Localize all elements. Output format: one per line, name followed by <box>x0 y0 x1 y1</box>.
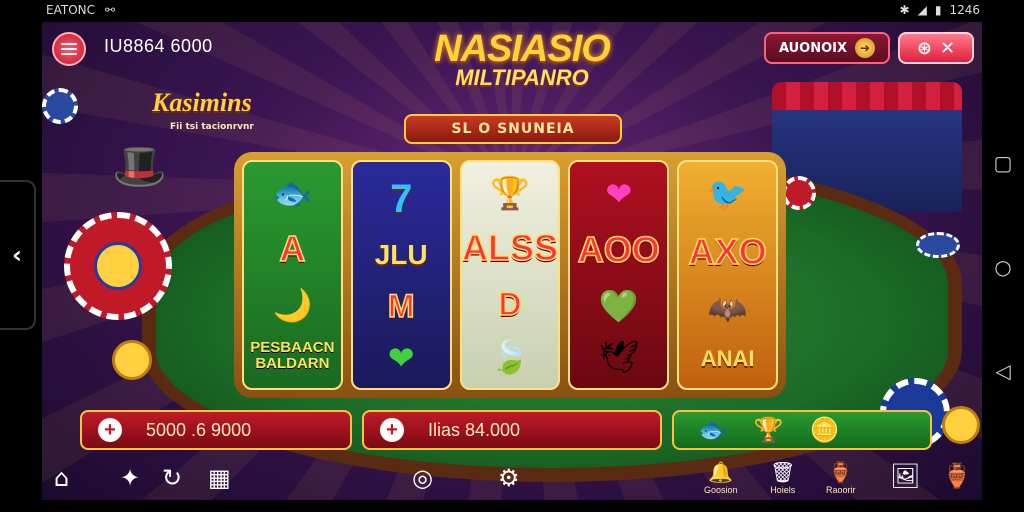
device-frame: EATONC ⚯ ✱ ◢ ▮ 1246 ‹ ▢ ○ ◁ IU8864 6000 … <box>0 0 1024 512</box>
reel-3[interactable]: 🏆 ALSS D 🍃 <box>459 160 561 390</box>
image-icon[interactable]: 🖼 <box>890 462 920 490</box>
chevron-left-icon: ‹ <box>12 241 22 269</box>
reel-symbol: M <box>387 287 415 325</box>
trophy-icon: 🏆 <box>490 173 530 212</box>
kasino-logo: Kasimins <box>152 88 252 117</box>
leaf-icon: 🍃 <box>490 338 530 377</box>
gem-icon: 💚 <box>598 286 639 325</box>
home-icon[interactable]: ○ <box>994 255 1011 279</box>
link-icon: ⚯ <box>105 3 116 17</box>
title-banner: SL O SNUNEIA <box>404 114 622 144</box>
reel-symbol: JLU <box>374 238 428 270</box>
dealer-character: 🎩 <box>112 141 167 192</box>
rotate-icon[interactable]: ↻ <box>162 464 182 492</box>
bird-icon: 🕊 <box>598 337 640 376</box>
coin-stack-icon: 🪙 <box>809 416 840 444</box>
poker-chip-icon <box>916 232 960 258</box>
bet-value-1: 5000 .6 9000 <box>146 419 252 440</box>
nav-item-raoorir[interactable]: 🏺 Raoorir <box>826 460 856 495</box>
android-nav-bar: ▢ ○ ◁ <box>982 22 1024 512</box>
status-time: 1246 <box>949 3 980 17</box>
signal-icon: ◢ <box>917 3 927 17</box>
nav-item-hoiels[interactable]: 🗑 Hoiels <box>770 460 795 495</box>
bell-icon: 🔔 <box>708 460 734 484</box>
recents-icon[interactable]: ▢ <box>994 151 1013 175</box>
bet-value-2: Ilias 84.000 <box>428 419 521 440</box>
close-icon: ✕ <box>940 37 956 59</box>
plus-icon[interactable]: + <box>380 418 404 442</box>
menu-button[interactable] <box>52 32 86 66</box>
poker-chip-icon <box>42 88 78 124</box>
arrow-right-icon: ➜ <box>855 38 876 58</box>
reel-1[interactable]: 🐟 A 🌙 PESBAACN BALDARN <box>242 160 343 390</box>
gold-coin-icon <box>112 340 152 380</box>
reel-5[interactable]: 🐦 AXO 🦇 ANAI <box>677 160 778 390</box>
trash-icon: 🗑 <box>770 460 796 484</box>
fish-icon: 🐟 <box>272 174 313 213</box>
status-bar: EATONC ⚯ ✱ ◢ ▮ 1246 <box>0 0 1024 22</box>
bird-icon: 🐦 <box>707 175 748 214</box>
announce-button[interactable]: AUONOIX ➜ <box>764 32 890 64</box>
reel-4[interactable]: ❤ AOO 💚 🕊 <box>568 160 670 390</box>
plus-icon[interactable]: + <box>98 418 122 442</box>
side-back-handle[interactable]: ‹ <box>0 180 36 330</box>
kasino-subtitle: Fii tsi tacionrvnr <box>170 122 254 132</box>
trophy-icon: 🏆 <box>753 416 784 444</box>
heart-icon: ❤ <box>605 174 633 213</box>
bluetooth-icon: ✱ <box>899 3 910 17</box>
back-icon[interactable]: ◁ <box>995 359 1010 383</box>
bet-bar-1[interactable]: + 5000 .6 9000 <box>80 410 352 450</box>
reel-symbol: A <box>279 227 307 270</box>
reel-symbol: 7 <box>390 176 413 221</box>
announce-label: AUONOIX <box>778 40 848 56</box>
game-title: NASIASIO MILTIPANRO <box>402 28 642 91</box>
home-icon[interactable]: ⌂ <box>54 464 69 492</box>
grid-icon[interactable]: ▦ <box>208 464 231 492</box>
pot-icon: 🏺 <box>828 460 854 484</box>
game-area: IU8864 6000 NASIASIO MILTIPANRO SL O SNU… <box>42 22 982 500</box>
reel-symbol: AXO <box>688 230 768 273</box>
gold-coin-icon <box>942 406 980 444</box>
reel-2[interactable]: 7 JLU M ❤ <box>350 160 452 390</box>
gear-icon[interactable]: ⚙ <box>498 464 520 492</box>
slot-reels: 🐟 A 🌙 PESBAACN BALDARN 7 JLU M ❤ 🏆 ALSS … <box>234 152 786 398</box>
nav-item-goosion[interactable]: 🔔 Goosion <box>704 460 738 495</box>
bet-bar-2[interactable]: + Ilias 84.000 <box>362 410 662 450</box>
bottom-nav: ⌂ ✦ ↻ ▦ ◎ ⚙ 🔔 Goosion 🗑 Hoiels 🏺 Raoorir… <box>42 458 982 500</box>
reel-symbol: ALSS <box>461 226 559 269</box>
puzzle-icon[interactable]: ✦ <box>120 464 140 492</box>
reel-symbol: D <box>498 286 523 324</box>
status-carrier: EATONC <box>46 3 95 17</box>
balance-display: IU8864 6000 <box>104 36 213 56</box>
winged-emblem-icon: 🦇 <box>707 290 748 329</box>
chip-icon: ⊛ <box>916 37 932 59</box>
reel-symbol: AOO <box>577 228 661 271</box>
compass-icon[interactable]: ◎ <box>412 464 433 492</box>
heart-icon: ❤ <box>387 338 415 377</box>
reel-symbol: ANAI <box>700 345 755 371</box>
reel-symbol: PESBAACN BALDARN <box>250 338 335 373</box>
close-button[interactable]: ⊛ ✕ <box>898 32 974 64</box>
poker-chip-icon <box>782 176 816 210</box>
poker-chip-icon <box>94 242 142 290</box>
fish-icon: 🐟 <box>698 416 728 444</box>
moon-icon: 🌙 <box>272 285 313 324</box>
jar-icon[interactable]: 🏺 <box>942 462 972 490</box>
battery-icon: ▮ <box>934 3 942 17</box>
bonus-bar[interactable]: 🐟 🏆 🪙 <box>672 410 932 450</box>
